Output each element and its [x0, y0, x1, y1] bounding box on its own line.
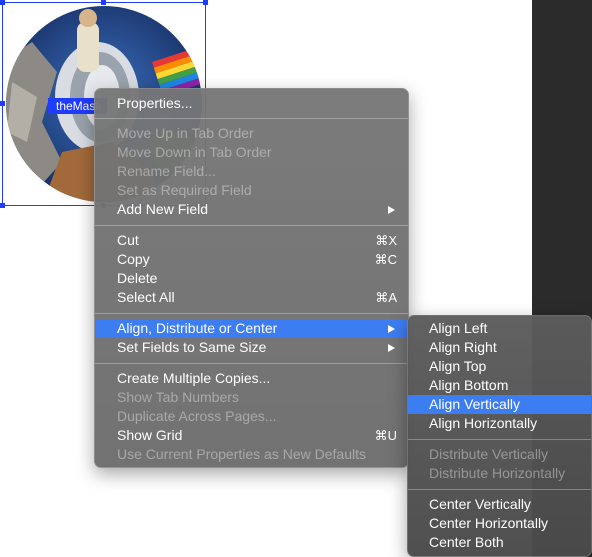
- menu-item-add-new-field[interactable]: Add New Field: [95, 200, 408, 219]
- menu-item-show-grid[interactable]: Show Grid ⌘U: [95, 426, 408, 445]
- menu-item-properties[interactable]: Properties...: [95, 94, 408, 113]
- menu-item-label: Center Vertically: [429, 496, 531, 512]
- submenu-item-align-bottom[interactable]: Align Bottom: [408, 376, 591, 395]
- submenu-item-distribute-vertically: Distribute Vertically: [408, 445, 591, 464]
- shortcut-label: ⌘A: [375, 290, 397, 305]
- menu-item-align-distribute-center[interactable]: Align, Distribute or Center: [95, 319, 408, 338]
- menu-item-select-all[interactable]: Select All ⌘A: [95, 288, 408, 307]
- menu-item-label: Select All: [117, 289, 175, 305]
- menu-item-label: Show Tab Numbers: [117, 389, 239, 405]
- menu-item-label: Align Horizontally: [429, 415, 538, 431]
- menu-item-label: Align Left: [429, 320, 488, 336]
- submenu-item-center-horizontally[interactable]: Center Horizontally: [408, 514, 591, 533]
- menu-item-label: Distribute Vertically: [429, 446, 549, 462]
- menu-item-label: Align Right: [429, 339, 497, 355]
- menu-item-label: Cut: [117, 232, 139, 248]
- submenu-item-center-both[interactable]: Center Both: [408, 533, 591, 552]
- menu-item-label: Rename Field...: [117, 163, 216, 179]
- menu-item-label: Copy: [117, 251, 150, 267]
- menu-item-label: Duplicate Across Pages...: [117, 408, 277, 424]
- submenu-arrow-icon: [388, 325, 395, 333]
- menu-item-label: Show Grid: [117, 427, 183, 443]
- menu-separator: [408, 439, 591, 440]
- submenu-arrow-icon: [388, 206, 395, 214]
- context-menu: Properties... Move Up in Tab Order Move …: [94, 88, 409, 468]
- align-submenu: Align Left Align Right Align Top Align B…: [407, 315, 592, 557]
- menu-item-use-current-defaults: Use Current Properties as New Defaults: [95, 445, 408, 464]
- menu-separator: [95, 313, 408, 314]
- menu-item-label: Center Both: [429, 534, 504, 550]
- submenu-item-distribute-horizontally: Distribute Horizontally: [408, 464, 591, 483]
- resize-handle-bottom-left[interactable]: [0, 203, 5, 208]
- menu-item-show-tab-numbers: Show Tab Numbers: [95, 388, 408, 407]
- menu-item-same-size[interactable]: Set Fields to Same Size: [95, 338, 408, 357]
- resize-handle-left[interactable]: [0, 101, 5, 106]
- menu-item-label: Properties...: [117, 95, 193, 111]
- menu-item-label: Set Fields to Same Size: [117, 339, 267, 355]
- menu-item-move-up-tab-order: Move Up in Tab Order: [95, 124, 408, 143]
- menu-item-label: Add New Field: [117, 201, 209, 217]
- shortcut-label: ⌘C: [374, 252, 397, 267]
- menu-separator: [95, 363, 408, 364]
- menu-item-label: Delete: [117, 270, 158, 286]
- menu-item-label: Center Horizontally: [429, 515, 549, 531]
- menu-item-move-down-tab-order: Move Down in Tab Order: [95, 143, 408, 162]
- resize-handle-top-left[interactable]: [0, 0, 5, 5]
- resize-handle-top[interactable]: [101, 0, 106, 5]
- shortcut-label: ⌘X: [375, 233, 397, 248]
- submenu-item-align-vertically[interactable]: Align Vertically: [408, 395, 591, 414]
- submenu-item-align-left[interactable]: Align Left: [408, 319, 591, 338]
- menu-separator: [408, 489, 591, 490]
- menu-item-label: Use Current Properties as New Defaults: [117, 446, 366, 462]
- menu-item-cut[interactable]: Cut ⌘X: [95, 231, 408, 250]
- menu-item-label: Move Up in Tab Order: [117, 125, 254, 141]
- submenu-item-align-top[interactable]: Align Top: [408, 357, 591, 376]
- submenu-item-align-horizontally[interactable]: Align Horizontally: [408, 414, 591, 433]
- menu-item-set-required: Set as Required Field: [95, 181, 408, 200]
- submenu-arrow-icon: [388, 344, 395, 352]
- menu-item-rename-field: Rename Field...: [95, 162, 408, 181]
- menu-item-label: Distribute Horizontally: [429, 465, 566, 481]
- resize-handle-top-right[interactable]: [203, 0, 208, 5]
- menu-separator: [95, 118, 408, 119]
- menu-separator: [95, 225, 408, 226]
- menu-item-label: Align Top: [429, 358, 487, 374]
- menu-item-copy[interactable]: Copy ⌘C: [95, 250, 408, 269]
- menu-item-label: Create Multiple Copies...: [117, 370, 271, 386]
- menu-item-delete[interactable]: Delete: [95, 269, 408, 288]
- menu-item-label: Align Bottom: [429, 377, 509, 393]
- submenu-item-center-vertically[interactable]: Center Vertically: [408, 495, 591, 514]
- menu-item-duplicate-across-pages: Duplicate Across Pages...: [95, 407, 408, 426]
- submenu-item-align-right[interactable]: Align Right: [408, 338, 591, 357]
- menu-item-label: Set as Required Field: [117, 182, 252, 198]
- menu-item-create-multiple-copies[interactable]: Create Multiple Copies...: [95, 369, 408, 388]
- menu-item-label: Align Vertically: [429, 396, 521, 412]
- shortcut-label: ⌘U: [374, 428, 397, 443]
- menu-item-label: Move Down in Tab Order: [117, 144, 272, 160]
- menu-item-label: Align, Distribute or Center: [117, 320, 278, 336]
